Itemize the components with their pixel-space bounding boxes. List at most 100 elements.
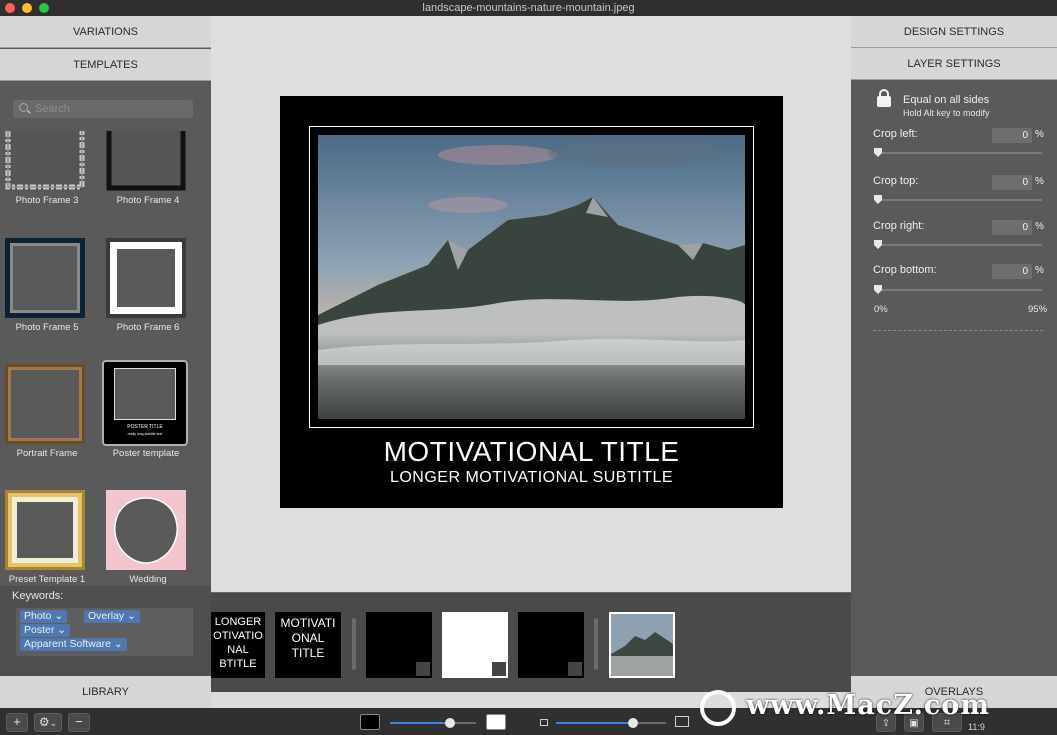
library-tab[interactable]: LIBRARY	[0, 676, 211, 708]
variation-text-line: BTITLE	[219, 658, 257, 670]
slider-knob[interactable]	[874, 240, 882, 249]
template-poster[interactable]: POSTER TITLE really long subtitle text P…	[100, 360, 190, 480]
size-slider[interactable]	[556, 718, 666, 728]
gear-icon: ⚙	[38, 715, 50, 729]
crop-top-slider[interactable]	[874, 195, 1042, 204]
template-photo-frame-4[interactable]: Photo Frame 4	[103, 131, 193, 251]
crop-left-label: Crop left:	[873, 128, 918, 140]
variation-text-line: TITLE	[291, 646, 325, 660]
keyword-text: Poster	[24, 624, 55, 636]
variation-item-4[interactable]	[442, 612, 508, 678]
keyword-text: Apparent Software	[24, 638, 111, 650]
template-portrait-frame[interactable]: Portrait Frame	[2, 364, 92, 484]
add-button[interactable]: +	[6, 713, 28, 732]
template-label: Photo Frame 5	[15, 322, 79, 333]
variation-text-line: OTIVATIO	[213, 630, 263, 642]
canvas-area: MOTIVATIONAL TITLE LONGER MOTIVATIONAL S…	[211, 16, 851, 592]
search-icon	[19, 103, 28, 112]
poster-preview[interactable]: MOTIVATIONAL TITLE LONGER MOTIVATIONAL S…	[280, 96, 783, 508]
variation-item-3[interactable]	[366, 612, 432, 678]
mountain-photo	[318, 135, 745, 419]
zoom-slider[interactable]	[390, 718, 476, 728]
crop-right-input[interactable]: 0	[992, 220, 1032, 235]
template-label: Photo Frame 4	[116, 195, 180, 206]
photo-frame-4-thumbnail	[106, 131, 186, 191]
watermark-logo-icon	[700, 690, 736, 726]
search-placeholder: Search	[35, 103, 70, 115]
size-slider-fill	[556, 722, 633, 724]
range-max-label: 95%	[1028, 304, 1048, 315]
size-slider-knob[interactable]	[628, 718, 638, 728]
range-min-label: 0%	[874, 304, 888, 315]
watermark-text: www.MacZ.com	[746, 690, 990, 721]
keyword-text: Photo	[24, 610, 52, 622]
equal-sides-hint: Hold Alt key to modify	[903, 108, 990, 118]
design-settings-tab[interactable]: DESIGN SETTINGS	[851, 16, 1057, 48]
keywords-label: Keywords:	[12, 590, 64, 602]
templates-tab[interactable]: TEMPLATES	[0, 49, 211, 81]
layer-settings-tab[interactable]: LAYER SETTINGS	[851, 48, 1057, 80]
crop-right-slider[interactable]	[874, 240, 1042, 249]
poster-title[interactable]: MOTIVATIONAL TITLE	[280, 436, 783, 468]
large-size-icon	[675, 716, 689, 727]
zoom-slider-knob[interactable]	[445, 718, 455, 728]
variation-corner-swatch	[568, 662, 582, 676]
app-window: landscape-mountains-nature-mountain.jpeg…	[0, 0, 1057, 735]
crop-right-unit: %	[1035, 221, 1044, 232]
crop-left-unit: %	[1035, 129, 1044, 140]
template-label: Preset Template 1	[8, 574, 86, 585]
poster-subtitle[interactable]: LONGER MOTIVATIONAL SUBTITLE	[280, 469, 783, 487]
photo-frame-6-thumbnail	[106, 238, 186, 318]
template-label: Photo Frame 3	[15, 195, 79, 206]
keyword-chip-poster[interactable]: Poster ⌄	[20, 624, 71, 637]
template-search-input[interactable]: Search	[13, 100, 193, 118]
variation-item-1[interactable]: LONGER OTIVATIO NAL BTITLE	[211, 612, 265, 678]
mountain-thumbnail	[611, 614, 673, 676]
minimize-window-button[interactable]	[22, 3, 32, 13]
preset-template-1-thumbnail	[5, 490, 85, 570]
variation-corner-swatch	[492, 662, 506, 676]
watermark: www.MacZ.com	[700, 688, 1050, 732]
template-label: Poster template	[112, 448, 180, 459]
photo-frame-3-thumbnail	[5, 131, 85, 191]
crop-left-input[interactable]: 0	[992, 128, 1032, 143]
poster-thumb-title: POSTER TITLE	[127, 424, 163, 430]
left-panel: VARIATIONS TEMPLATES Search Photo Frame …	[0, 16, 211, 708]
variation-text-line: MOTIVATI	[280, 616, 336, 630]
settings-menu-button[interactable]: ⚙⌄	[34, 713, 62, 732]
template-label: Wedding	[129, 574, 167, 585]
background-swatch-dark[interactable]	[360, 714, 380, 730]
template-photo-frame-6[interactable]: Photo Frame 6	[103, 238, 193, 358]
crop-bottom-input[interactable]: 0	[992, 264, 1032, 279]
slider-knob[interactable]	[874, 195, 882, 204]
lock-icon[interactable]	[877, 89, 891, 107]
zoom-slider-fill	[390, 722, 450, 724]
wedding-thumbnail	[106, 490, 186, 570]
variation-item-5[interactable]	[518, 612, 584, 678]
crop-top-input[interactable]: 0	[992, 175, 1032, 190]
remove-button[interactable]: −	[68, 713, 90, 732]
crop-left-slider[interactable]	[874, 148, 1042, 157]
settings-divider	[873, 330, 1043, 331]
variation-item-photo[interactable]	[609, 612, 675, 678]
crop-bottom-slider[interactable]	[874, 285, 1042, 294]
variations-tab[interactable]: VARIATIONS	[0, 16, 211, 48]
template-photo-frame-3[interactable]: Photo Frame 3	[2, 131, 92, 251]
variation-item-2[interactable]: MOTIVATI ONAL TITLE	[275, 612, 341, 678]
chevron-down-icon: ⌄	[49, 718, 58, 728]
crop-bottom-label: Crop bottom:	[873, 264, 937, 276]
slider-knob[interactable]	[874, 285, 882, 294]
keyword-chip-photo[interactable]: Photo ⌄	[20, 610, 68, 623]
variation-corner-swatch	[416, 662, 430, 676]
template-photo-frame-5[interactable]: Photo Frame 5	[2, 238, 92, 358]
template-label: Photo Frame 6	[116, 322, 180, 333]
crop-top-unit: %	[1035, 176, 1044, 187]
keyword-chip-apparent-software[interactable]: Apparent Software ⌄	[20, 638, 127, 651]
zoom-window-button[interactable]	[39, 3, 49, 13]
keyword-chip-overlay[interactable]: Overlay ⌄	[84, 610, 140, 623]
variations-filmstrip: LONGER OTIVATIO NAL BTITLE MOTIVATI ONAL…	[211, 592, 851, 692]
background-swatch-light[interactable]	[486, 714, 506, 730]
crop-right-label: Crop right:	[873, 220, 925, 232]
slider-knob[interactable]	[874, 148, 882, 157]
close-window-button[interactable]	[5, 3, 15, 13]
